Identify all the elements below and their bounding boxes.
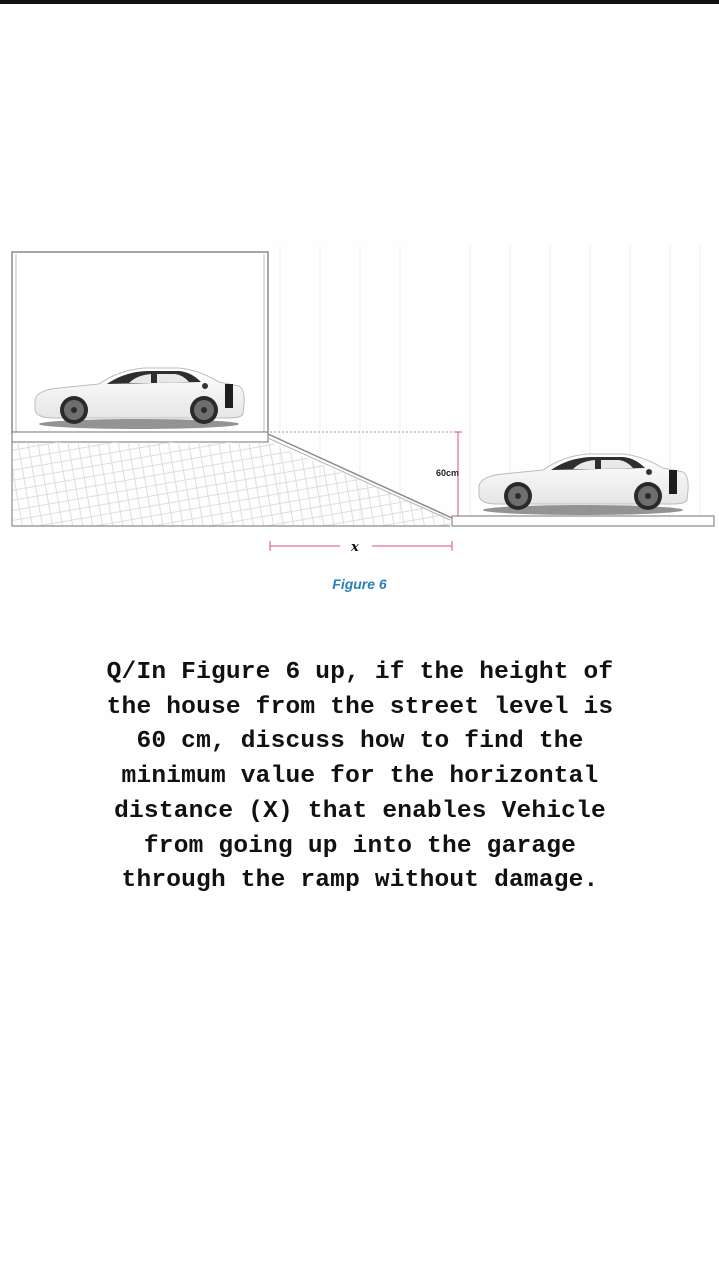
ramp-diagram-svg: 60cm x bbox=[11, 245, 715, 555]
distance-dimension: x bbox=[269, 540, 453, 555]
figure-6-diagram: 60cm x bbox=[0, 236, 719, 616]
foundation-and-ramp bbox=[11, 433, 453, 527]
height-label: 60cm bbox=[436, 468, 459, 478]
distance-label: x bbox=[350, 540, 359, 555]
street-slab bbox=[451, 515, 715, 527]
question-text: Q/In Figure 6 up, if the height of the h… bbox=[106, 659, 614, 895]
top-edge-bar bbox=[0, 0, 719, 4]
figure-caption: Figure 6 bbox=[332, 576, 387, 592]
